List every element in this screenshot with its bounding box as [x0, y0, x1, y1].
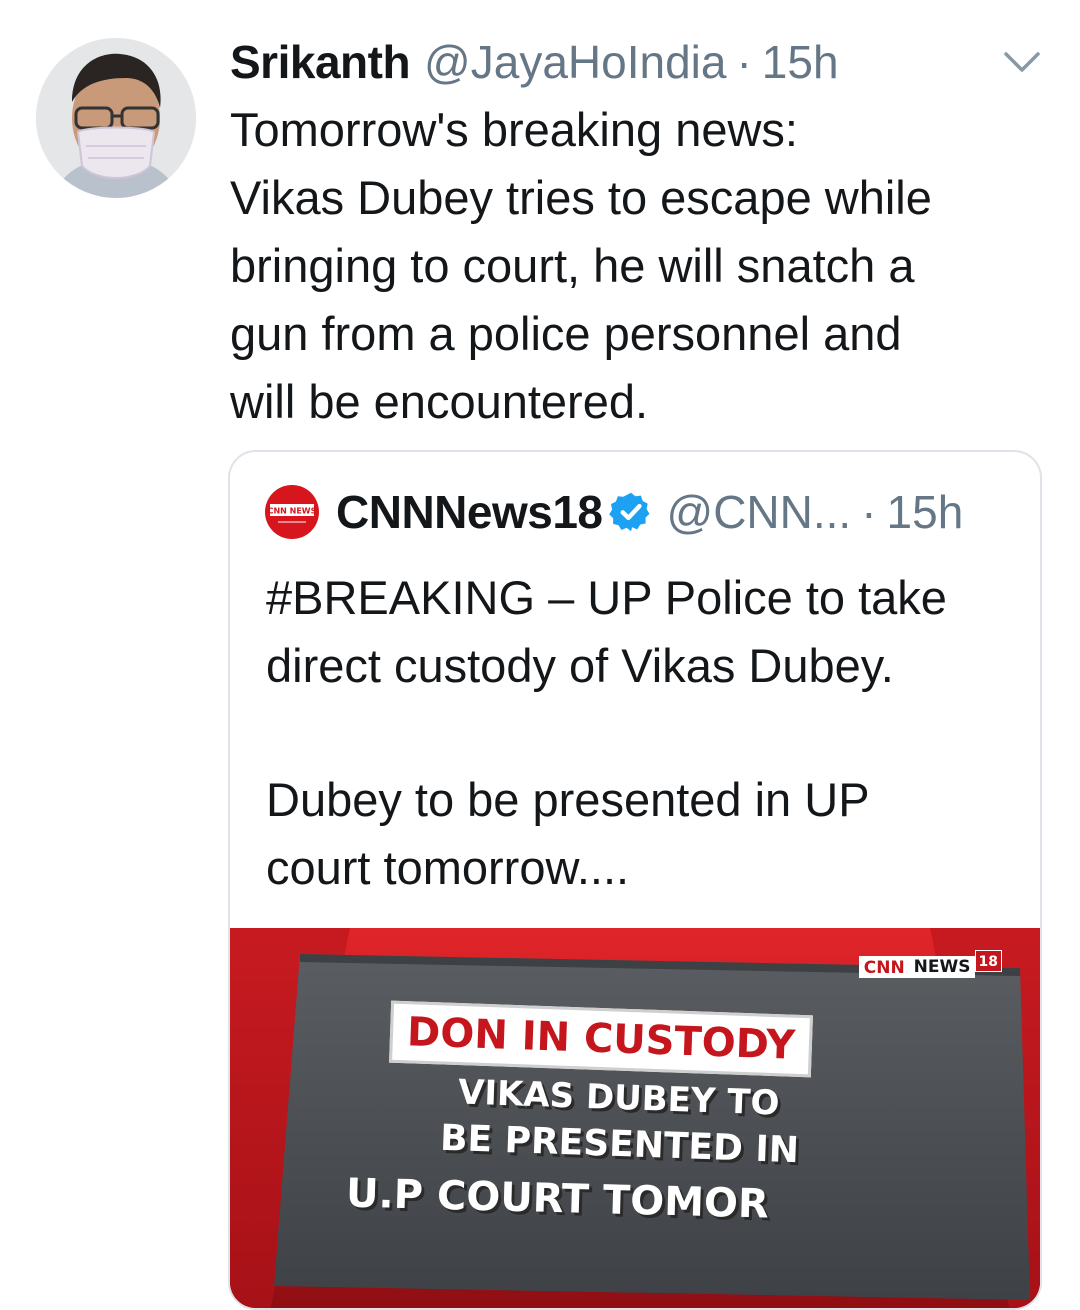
tweet-header: Srikanth @JayaHoIndia · 15h	[230, 32, 839, 92]
avatar-photo	[36, 38, 196, 198]
separator: ·	[736, 36, 752, 88]
svg-text:CNN NEWS: CNN NEWS	[268, 507, 317, 516]
cnn-news18-brand: CNN NEWS 18	[858, 950, 1002, 978]
chevron-down-icon	[1004, 52, 1040, 72]
quoted-text-line: direct custody of Vikas Dubey.	[266, 639, 894, 692]
author-handle[interactable]: @JayaHoIndia	[424, 32, 726, 92]
verified-badge-icon	[608, 492, 650, 532]
cnnnews18-avatar-icon[interactable]: CNN NEWS	[264, 484, 320, 540]
separator: ·	[861, 486, 877, 538]
author-name[interactable]: Srikanth	[230, 32, 411, 92]
tweet-text-line: bringing to court, he will snatch a	[230, 239, 915, 292]
tweet-text-line: gun from a police personnel and	[230, 307, 902, 360]
more-options-button[interactable]	[1000, 44, 1044, 80]
news-screenshot-background	[230, 928, 1040, 1308]
tweet-text-line: Tomorrow's breaking news:	[230, 103, 798, 156]
author-avatar[interactable]	[36, 38, 196, 198]
brand-cnn: CNN	[858, 956, 910, 978]
quoted-text-line: court tomorrow....	[266, 841, 630, 894]
brand-number: 18	[974, 950, 1002, 972]
tweet-text: Tomorrow's breaking news: Vikas Dubey tr…	[230, 96, 1030, 436]
quoted-author-name[interactable]: CNNNews18	[336, 485, 603, 539]
quoted-tweet-text: #BREAKING – UP Police to take direct cus…	[266, 564, 1026, 902]
tweet-text-line: will be encountered.	[230, 375, 649, 428]
tweet-text-line: Vikas Dubey tries to escape while	[230, 171, 932, 224]
quoted-tweet-card[interactable]: CNN NEWS CNNNews18 @CNN... · 15h #BREAKI…	[228, 450, 1042, 1310]
quoted-tweet-header: CNN NEWS CNNNews18 @CNN... · 15h	[264, 482, 963, 542]
quoted-tweet-media[interactable]: CNN NEWS 18 DON IN CUSTODY VIKAS DUBEY T…	[230, 928, 1040, 1308]
quoted-text-line: Dubey to be presented in UP	[266, 773, 870, 826]
quoted-author-handle[interactable]: @CNN...	[667, 485, 852, 539]
quoted-tweet-time[interactable]: 15h	[887, 485, 964, 539]
brand-news: NEWS	[909, 956, 975, 978]
quoted-text-line: #BREAKING – UP Police to take	[266, 571, 947, 624]
tweet-time[interactable]: 15h	[762, 32, 839, 92]
